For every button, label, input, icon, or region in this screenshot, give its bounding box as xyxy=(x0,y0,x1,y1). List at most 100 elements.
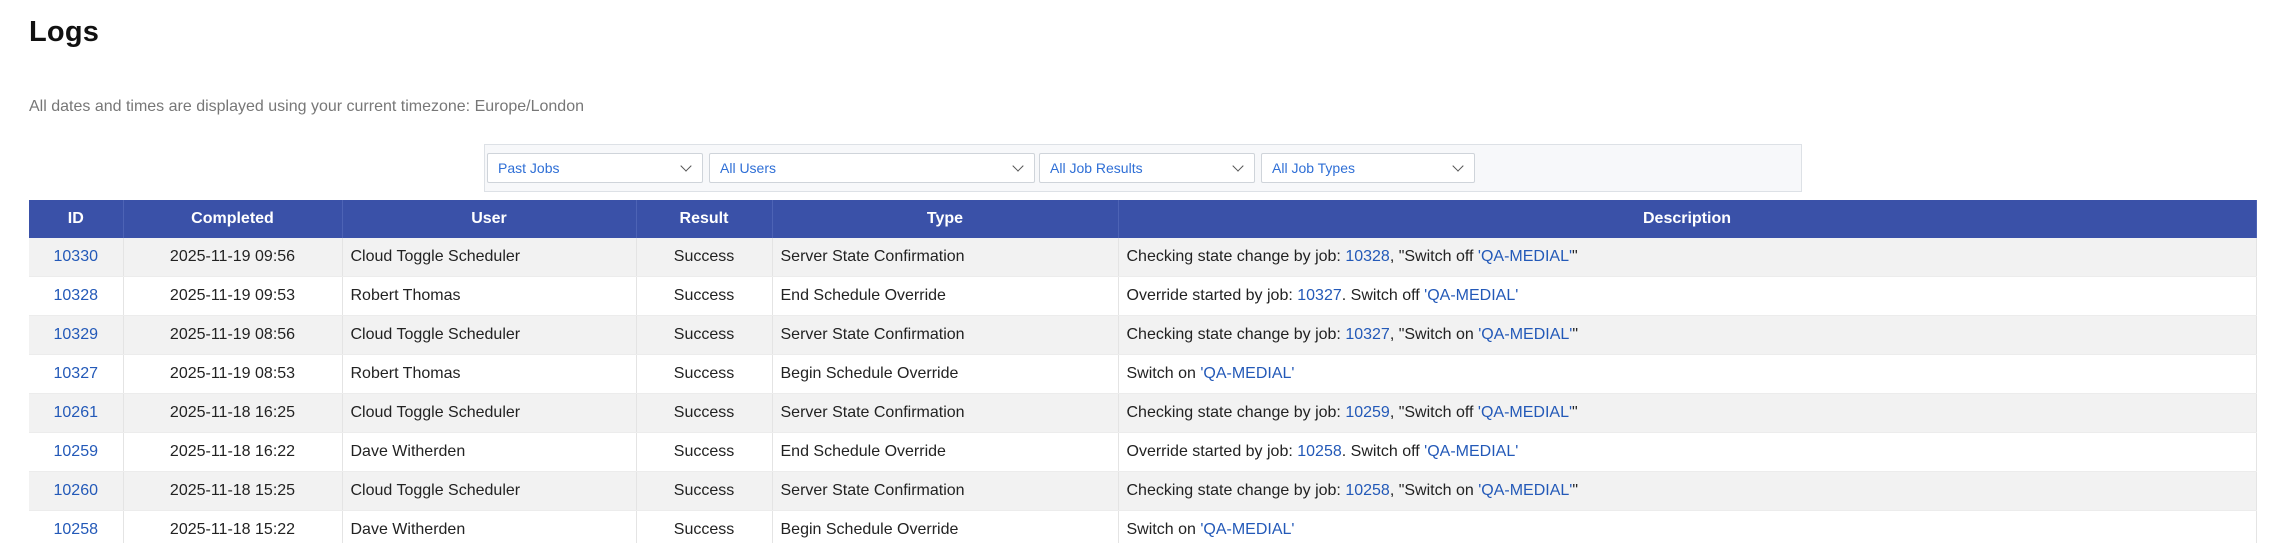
server-link[interactable]: 'QA-MEDIAL' xyxy=(1424,287,1518,304)
server-link[interactable]: 'QA-MEDIAL' xyxy=(1424,443,1518,460)
description-text: Override started by job: xyxy=(1126,287,1298,304)
server-link[interactable]: 'QA-MEDIAL' xyxy=(1200,521,1294,538)
related-job-link[interactable]: 10258 xyxy=(1345,482,1390,499)
user-cell: Cloud Toggle Scheduler xyxy=(342,393,637,433)
description-cell: Override started by job: 10327. Switch o… xyxy=(1118,276,2257,316)
job-scope-select[interactable]: Past Jobs xyxy=(487,153,703,183)
chevron-down-icon xyxy=(1012,160,1024,172)
description-text: , "Switch on xyxy=(1389,482,1479,499)
description-text: Switch on xyxy=(1126,365,1201,382)
logs-page: Logs All dates and times are displayed u… xyxy=(0,0,2290,543)
table-row: 10259 2025-11-18 16:22 Dave Witherden Succe… xyxy=(29,432,2257,472)
id-cell: 10258 xyxy=(29,510,124,543)
logs-table: ID Completed User Result Type Descriptio… xyxy=(29,200,2257,543)
table-row: 10327 2025-11-19 08:53 Robert Thomas Succes… xyxy=(29,354,2257,394)
type-cell: Server State Confirmation xyxy=(772,238,1119,277)
description-text: , "Switch on xyxy=(1389,326,1479,343)
server-link[interactable]: 'QA-MEDIAL' xyxy=(1478,248,1572,265)
column-header-completed[interactable]: Completed xyxy=(123,200,343,238)
column-header-result[interactable]: Result xyxy=(636,200,773,238)
type-cell: Server State Confirmation xyxy=(772,315,1119,355)
type-cell: End Schedule Override xyxy=(772,276,1119,316)
job-id-link[interactable]: 10328 xyxy=(54,287,99,304)
column-header-user[interactable]: User xyxy=(342,200,637,238)
description-text: , "Switch off xyxy=(1389,404,1478,421)
server-link[interactable]: 'QA-MEDIAL' xyxy=(1478,326,1572,343)
timezone-note: All dates and times are displayed using … xyxy=(29,98,584,115)
server-link[interactable]: 'QA-MEDIAL' xyxy=(1478,404,1572,421)
job-types-select[interactable]: All Job Types xyxy=(1261,153,1475,183)
type-cell: Server State Confirmation xyxy=(772,393,1119,433)
description-text: " xyxy=(1572,326,1579,343)
job-id-link[interactable]: 10261 xyxy=(54,404,99,421)
description-cell: Checking state change by job: 10259, "Sw… xyxy=(1118,393,2257,433)
id-cell: 10330 xyxy=(29,238,124,277)
id-cell: 10329 xyxy=(29,315,124,355)
related-job-link[interactable]: 10328 xyxy=(1345,248,1390,265)
related-job-link[interactable]: 10258 xyxy=(1297,443,1342,460)
column-header-type[interactable]: Type xyxy=(772,200,1119,238)
description-text: Override started by job: xyxy=(1126,443,1298,460)
column-header-id[interactable]: ID xyxy=(29,200,124,238)
id-cell: 10259 xyxy=(29,432,124,472)
result-cell: Success xyxy=(636,471,773,511)
description-text: Checking state change by job: xyxy=(1126,326,1346,343)
table-row: 10261 2025-11-18 16:25 Cloud Toggle Schedu… xyxy=(29,393,2257,433)
server-link[interactable]: 'QA-MEDIAL' xyxy=(1200,365,1294,382)
description-cell: Override started by job: 10258. Switch o… xyxy=(1118,432,2257,472)
job-id-link[interactable]: 10260 xyxy=(54,482,99,499)
job-scope-select-value: Past Jobs xyxy=(498,160,560,176)
description-text: " xyxy=(1572,482,1579,499)
completed-cell: 2025-11-19 08:56 xyxy=(123,315,343,355)
related-job-link[interactable]: 10327 xyxy=(1345,326,1390,343)
job-results-select[interactable]: All Job Results xyxy=(1039,153,1255,183)
result-cell: Success xyxy=(636,315,773,355)
related-job-link[interactable]: 10327 xyxy=(1297,287,1342,304)
user-cell: Robert Thomas xyxy=(342,276,637,316)
related-job-link[interactable]: 10259 xyxy=(1345,404,1390,421)
description-text: Switch on xyxy=(1126,521,1201,538)
job-types-select-value: All Job Types xyxy=(1272,160,1356,176)
users-select-value: All Users xyxy=(720,160,777,176)
result-cell: Success xyxy=(636,432,773,472)
page-title: Logs xyxy=(29,16,100,48)
description-text: . Switch off xyxy=(1341,443,1425,460)
users-select[interactable]: All Users xyxy=(709,153,1035,183)
user-cell: Dave Witherden xyxy=(342,510,637,543)
description-cell: Switch on 'QA-MEDIAL' xyxy=(1118,510,2257,543)
completed-cell: 2025-11-18 15:22 xyxy=(123,510,343,543)
job-id-link[interactable]: 10329 xyxy=(54,326,99,343)
job-id-link[interactable]: 10327 xyxy=(54,365,99,382)
type-cell: Server State Confirmation xyxy=(772,471,1119,511)
filter-bar: Past Jobs All Users All Job Results All … xyxy=(484,144,1802,192)
completed-cell: 2025-11-18 16:25 xyxy=(123,393,343,433)
type-cell: Begin Schedule Override xyxy=(772,354,1119,394)
chevron-down-icon xyxy=(1452,160,1464,172)
type-cell: Begin Schedule Override xyxy=(772,510,1119,543)
log-rows: 10330 2025-11-19 09:56 Cloud Toggle Schedu… xyxy=(29,238,2257,543)
result-cell: Success xyxy=(636,393,773,433)
job-id-link[interactable]: 10259 xyxy=(54,443,99,460)
job-id-link[interactable]: 10330 xyxy=(54,248,99,265)
id-cell: 10260 xyxy=(29,471,124,511)
server-link[interactable]: 'QA-MEDIAL' xyxy=(1478,482,1572,499)
description-cell: Checking state change by job: 10328, "Sw… xyxy=(1118,238,2257,277)
id-cell: 10261 xyxy=(29,393,124,433)
type-cell: End Schedule Override xyxy=(772,432,1119,472)
user-cell: Cloud Toggle Scheduler xyxy=(342,238,637,277)
completed-cell: 2025-11-18 16:22 xyxy=(123,432,343,472)
completed-cell: 2025-11-19 09:53 xyxy=(123,276,343,316)
result-cell: Success xyxy=(636,510,773,543)
table-row: 10260 2025-11-18 15:25 Cloud Toggle Schedu… xyxy=(29,471,2257,511)
description-text: Checking state change by job: xyxy=(1126,482,1346,499)
table-header-row: ID Completed User Result Type Descriptio… xyxy=(29,200,2257,238)
completed-cell: 2025-11-19 09:56 xyxy=(123,238,343,277)
description-text: Checking state change by job: xyxy=(1126,404,1346,421)
description-text: " xyxy=(1572,248,1578,265)
job-id-link[interactable]: 10258 xyxy=(54,521,99,538)
result-cell: Success xyxy=(636,354,773,394)
column-header-description[interactable]: Description xyxy=(1118,200,2257,238)
chevron-down-icon xyxy=(680,160,692,172)
description-text: , "Switch off xyxy=(1389,248,1478,265)
result-cell: Success xyxy=(636,276,773,316)
